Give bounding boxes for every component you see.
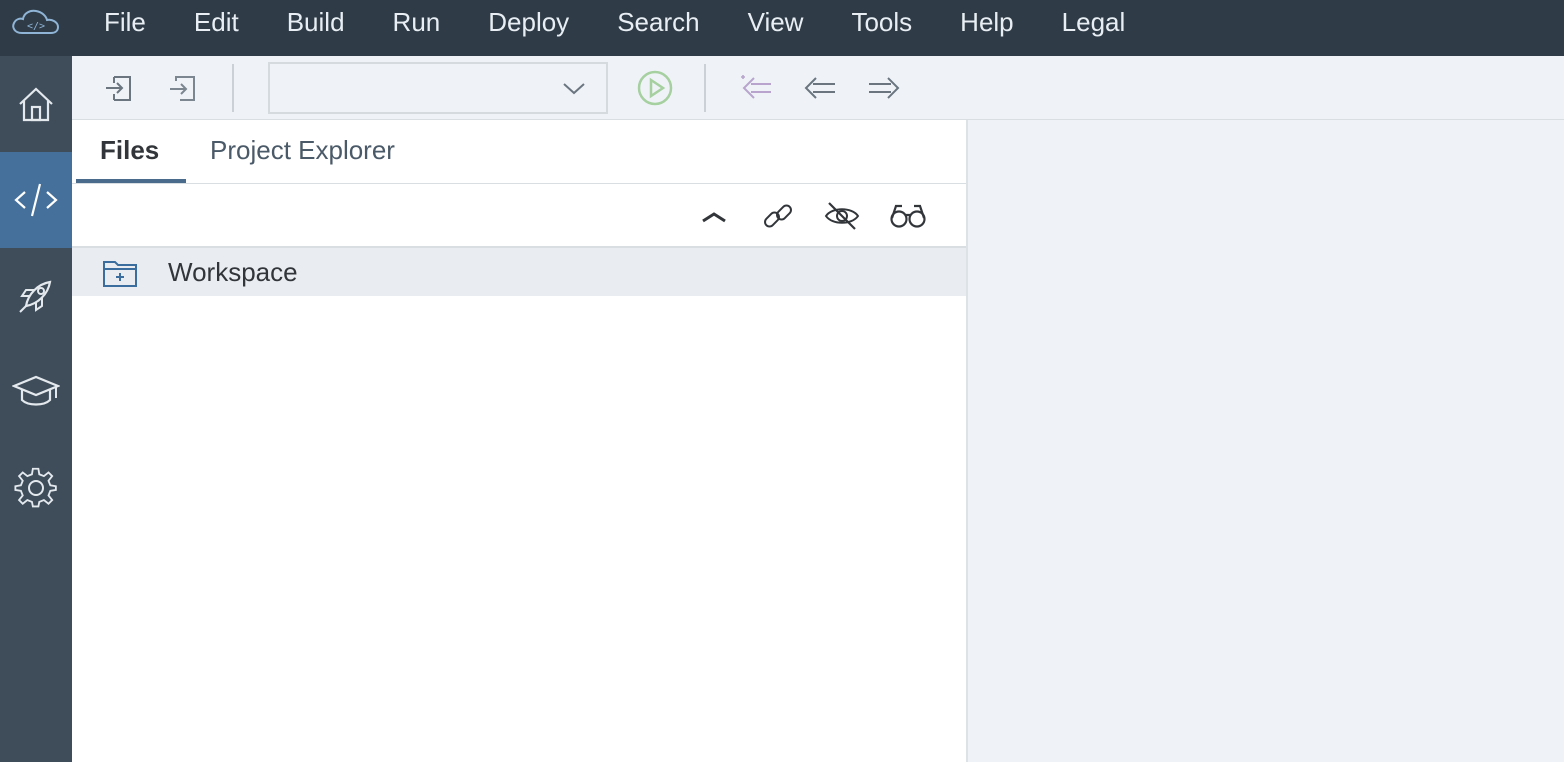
home-icon [19, 87, 53, 122]
chevron-down-icon [563, 83, 585, 95]
code-icon [14, 183, 58, 217]
import-button[interactable] [100, 68, 140, 108]
play-icon [637, 70, 673, 106]
cloud-code-logo-icon[interactable]: </> [0, 0, 72, 50]
menu-tools[interactable]: Tools [827, 0, 936, 50]
toolbar-separator [232, 64, 234, 112]
navigate-back-button[interactable] [800, 68, 840, 108]
menu-deploy[interactable]: Deploy [464, 0, 593, 50]
link-with-editor-button[interactable] [758, 196, 798, 236]
toolbar-separator [704, 64, 706, 112]
panel-tabs: Files Project Explorer [72, 120, 966, 184]
run-button[interactable] [635, 68, 675, 108]
sidenav-development[interactable] [0, 152, 72, 248]
sidenav-learning[interactable] [0, 344, 72, 440]
menu-build[interactable]: Build [263, 0, 369, 50]
tab-project-explorer[interactable]: Project Explorer [210, 120, 395, 184]
menu-view[interactable]: View [724, 0, 828, 50]
main-menu: File Edit Build Run Deploy Search View T… [72, 0, 1149, 56]
folder-icon [103, 261, 137, 287]
binoculars-icon [890, 204, 926, 228]
tab-files[interactable]: Files [100, 120, 159, 184]
settings-icon [14, 467, 57, 508]
files-toolbar [72, 184, 966, 248]
export-icon [170, 76, 195, 101]
active-tab-indicator [76, 179, 186, 183]
rocket-icon [19, 280, 52, 313]
import-icon [106, 76, 131, 101]
menu-file[interactable]: File [80, 0, 170, 50]
search-files-button[interactable] [888, 196, 928, 236]
menu-edit[interactable]: Edit [170, 0, 263, 50]
files-panel: Files Project Explorer Workspace [72, 120, 966, 762]
hide-eye-icon [824, 202, 860, 230]
learning-icon [12, 375, 60, 406]
main-toolbar [72, 56, 1564, 120]
editor-area [968, 120, 1564, 762]
menu-search[interactable]: Search [593, 0, 723, 50]
svg-text:</>: </> [27, 21, 45, 32]
sidenav-settings[interactable] [0, 440, 72, 536]
sidenav-deploy[interactable] [0, 248, 72, 344]
chevron-up-icon [702, 212, 726, 223]
menu-bar: </> File Edit Build Run Deploy Search Vi… [0, 0, 1564, 56]
link-icon [764, 204, 792, 228]
back-to-last-edit-icon [741, 75, 771, 99]
menu-help[interactable]: Help [936, 0, 1037, 50]
last-edit-location-button[interactable] [736, 68, 776, 108]
arrow-left-icon [804, 77, 835, 99]
tree-item-label: Workspace [168, 257, 298, 287]
arrow-right-icon [869, 77, 900, 99]
export-button[interactable] [164, 68, 204, 108]
side-navigation [0, 56, 72, 762]
toggle-hidden-files-button[interactable] [822, 196, 862, 236]
collapse-all-button[interactable] [694, 196, 734, 236]
run-configuration-select[interactable] [268, 62, 608, 114]
menu-run[interactable]: Run [369, 0, 465, 50]
navigate-forward-button[interactable] [864, 68, 904, 108]
sidenav-home[interactable] [0, 56, 72, 152]
menu-legal[interactable]: Legal [1038, 0, 1150, 50]
tree-item-workspace[interactable]: Workspace [72, 248, 966, 296]
